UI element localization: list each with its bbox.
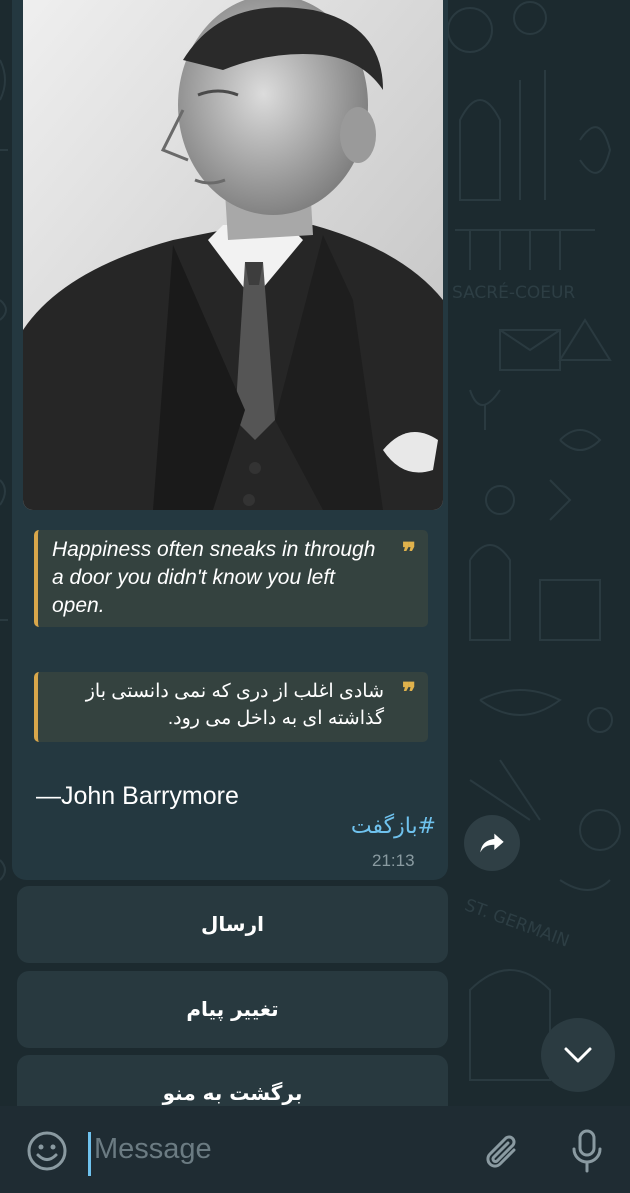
quote-block-english: Happiness often sneaks in through a door… <box>34 530 428 627</box>
quote-mark-icon: ❞ <box>402 678 416 708</box>
quote-text-persian: شادی اغلب از دری که نمی دانستی باز گذاشت… <box>85 681 384 729</box>
paperclip-icon <box>486 1135 516 1168</box>
hashtag-link[interactable]: #بازگفت <box>351 814 436 839</box>
message-time: 21:13 <box>372 851 415 870</box>
emoji-button[interactable] <box>26 1130 68 1176</box>
share-arrow-icon <box>480 833 504 853</box>
svg-text:ST. GERMAIN: ST. GERMAIN <box>462 895 572 951</box>
portrait-image <box>23 0 443 510</box>
quote-author: —John Barrymore <box>36 782 239 810</box>
quote-mark-icon: ❞ <box>402 538 416 568</box>
message-input[interactable]: Message <box>94 1133 212 1166</box>
chevron-down-icon <box>564 1047 592 1063</box>
change-message-button[interactable]: تغییر پیام <box>17 971 448 1048</box>
microphone-button[interactable] <box>569 1128 605 1180</box>
microphone-icon <box>572 1129 602 1173</box>
share-button[interactable] <box>464 815 520 871</box>
attach-button[interactable] <box>484 1130 524 1180</box>
message-photo[interactable] <box>23 0 443 510</box>
quote-block-persian: شادی اغلب از دری که نمی دانستی باز گذاشت… <box>34 672 428 742</box>
send-button[interactable]: ارسال <box>17 886 448 963</box>
message-input-bar: Message <box>0 1106 630 1193</box>
emoji-smile-icon <box>27 1131 67 1171</box>
quote-text-english: Happiness often sneaks in through a door… <box>52 538 376 617</box>
scroll-down-button[interactable] <box>541 1018 615 1092</box>
svg-text:SACRÉ-COEUR: SACRÉ-COEUR <box>452 281 575 303</box>
text-cursor <box>88 1132 91 1176</box>
